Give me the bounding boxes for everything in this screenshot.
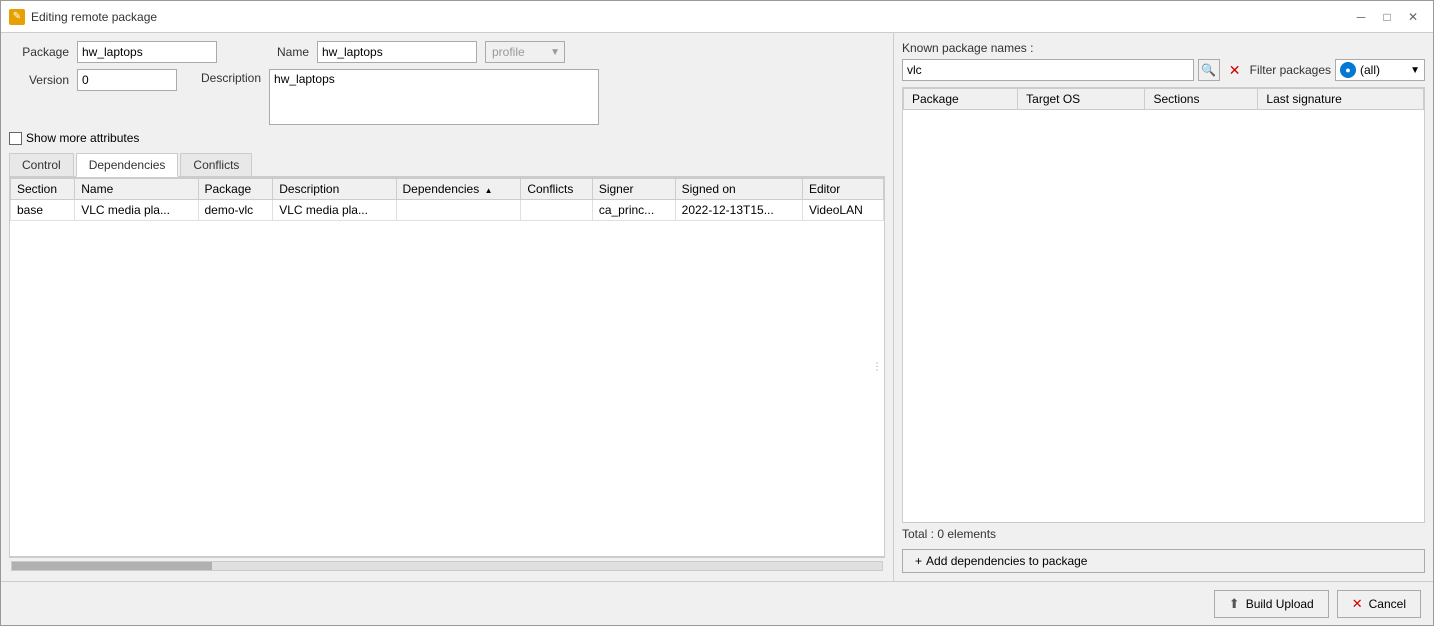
plus-icon: + (915, 554, 922, 568)
cell-signer: ca_princ... (592, 200, 675, 221)
scrollbar-dots: ⋮ (872, 362, 882, 373)
profile-placeholder: profile (492, 45, 525, 59)
profile-dropdown[interactable]: profile ▼ (485, 41, 565, 63)
known-packages-label: Known package names : (902, 41, 1425, 55)
dependencies-table: Section Name Package Description Depende… (10, 178, 884, 221)
right-table-container: Package Target OS Sections Last signatur… (902, 87, 1425, 523)
window-title: Editing remote package (31, 10, 157, 24)
name-label: Name (249, 45, 309, 59)
right-table: Package Target OS Sections Last signatur… (903, 88, 1424, 110)
cell-package: demo-vlc (198, 200, 273, 221)
search-input[interactable] (902, 59, 1194, 81)
col-dependencies[interactable]: Dependencies ▲ (396, 179, 521, 200)
package-input[interactable] (77, 41, 217, 63)
col-signer[interactable]: Signer (592, 179, 675, 200)
horizontal-scrollbar[interactable] (9, 557, 885, 573)
cell-description: VLC media pla... (273, 200, 396, 221)
table-row[interactable]: base VLC media pla... demo-vlc VLC media… (11, 200, 884, 221)
left-panel: Package Name profile ▼ Version Descripti… (1, 33, 893, 581)
tab-dependencies[interactable]: Dependencies (76, 153, 179, 177)
total-elements-label: Total : 0 elements (902, 523, 1425, 545)
dependencies-table-container: Section Name Package Description Depende… (9, 177, 885, 557)
build-upload-label: Build Upload (1246, 597, 1314, 611)
scroll-thumb (12, 562, 212, 570)
tab-control[interactable]: Control (9, 153, 74, 176)
clear-search-button[interactable]: ✕ (1224, 59, 1246, 81)
cancel-label: Cancel (1369, 597, 1406, 611)
right-panel: Known package names : 🔍 ✕ Filter package… (893, 33, 1433, 581)
description-textarea[interactable]: hw_laptops (269, 69, 599, 125)
col-section[interactable]: Section (11, 179, 75, 200)
col-name[interactable]: Name (75, 179, 198, 200)
right-col-sections[interactable]: Sections (1145, 89, 1258, 110)
tab-conflicts[interactable]: Conflicts (180, 153, 252, 176)
right-col-last-signature[interactable]: Last signature (1258, 89, 1424, 110)
right-col-target-os[interactable]: Target OS (1018, 89, 1145, 110)
show-more-label: Show more attributes (26, 131, 139, 145)
filter-globe-icon: ● (1340, 62, 1356, 78)
search-icon: 🔍 (1201, 63, 1216, 77)
search-row: 🔍 ✕ Filter packages ● (all) ▼ (902, 59, 1425, 81)
package-name-row: Package Name profile ▼ (9, 41, 885, 63)
close-button[interactable]: ✕ (1401, 7, 1425, 27)
cell-editor: VideoLAN (802, 200, 883, 221)
version-input[interactable] (77, 69, 177, 91)
right-col-package[interactable]: Package (904, 89, 1018, 110)
col-conflicts[interactable]: Conflicts (521, 179, 593, 200)
scroll-track (11, 561, 883, 571)
add-deps-label: Add dependencies to package (926, 554, 1087, 568)
col-package[interactable]: Package (198, 179, 273, 200)
description-label: Description (201, 69, 261, 85)
show-more-checkbox[interactable] (9, 132, 22, 145)
cell-signed-on: 2022-12-13T15... (675, 200, 802, 221)
version-label: Version (9, 73, 69, 87)
title-bar: ✎ Editing remote package ─ □ ✕ (1, 1, 1433, 33)
window-icon: ✎ (9, 9, 25, 25)
search-button[interactable]: 🔍 (1198, 59, 1220, 81)
col-editor[interactable]: Editor (802, 179, 883, 200)
minimize-button[interactable]: ─ (1349, 7, 1373, 27)
show-more-row: Show more attributes (9, 131, 885, 145)
tabs-container: Control Dependencies Conflicts (9, 153, 885, 177)
cancel-icon: ✕ (1352, 596, 1363, 612)
add-dependencies-button[interactable]: + Add dependencies to package (902, 549, 1425, 573)
maximize-button[interactable]: □ (1375, 7, 1399, 27)
sort-arrow-icon: ▲ (485, 186, 493, 195)
build-upload-button[interactable]: ⬆ Build Upload (1214, 590, 1329, 618)
cell-section: base (11, 200, 75, 221)
chevron-down-icon: ▼ (1410, 65, 1420, 76)
upload-icon: ⬆ (1229, 596, 1240, 612)
cell-name: VLC media pla... (75, 200, 198, 221)
cell-conflicts (521, 200, 593, 221)
package-label: Package (9, 45, 69, 59)
filter-dropdown[interactable]: ● (all) ▼ (1335, 59, 1425, 81)
bottom-bar: ⬆ Build Upload ✕ Cancel (1, 581, 1433, 625)
col-description[interactable]: Description (273, 179, 396, 200)
close-icon: ✕ (1229, 62, 1241, 79)
col-signed-on[interactable]: Signed on (675, 179, 802, 200)
cancel-button[interactable]: ✕ Cancel (1337, 590, 1421, 618)
cell-dependencies (396, 200, 521, 221)
name-input[interactable] (317, 41, 477, 63)
filter-packages-label: Filter packages (1250, 63, 1331, 77)
filter-value: (all) (1360, 63, 1380, 77)
